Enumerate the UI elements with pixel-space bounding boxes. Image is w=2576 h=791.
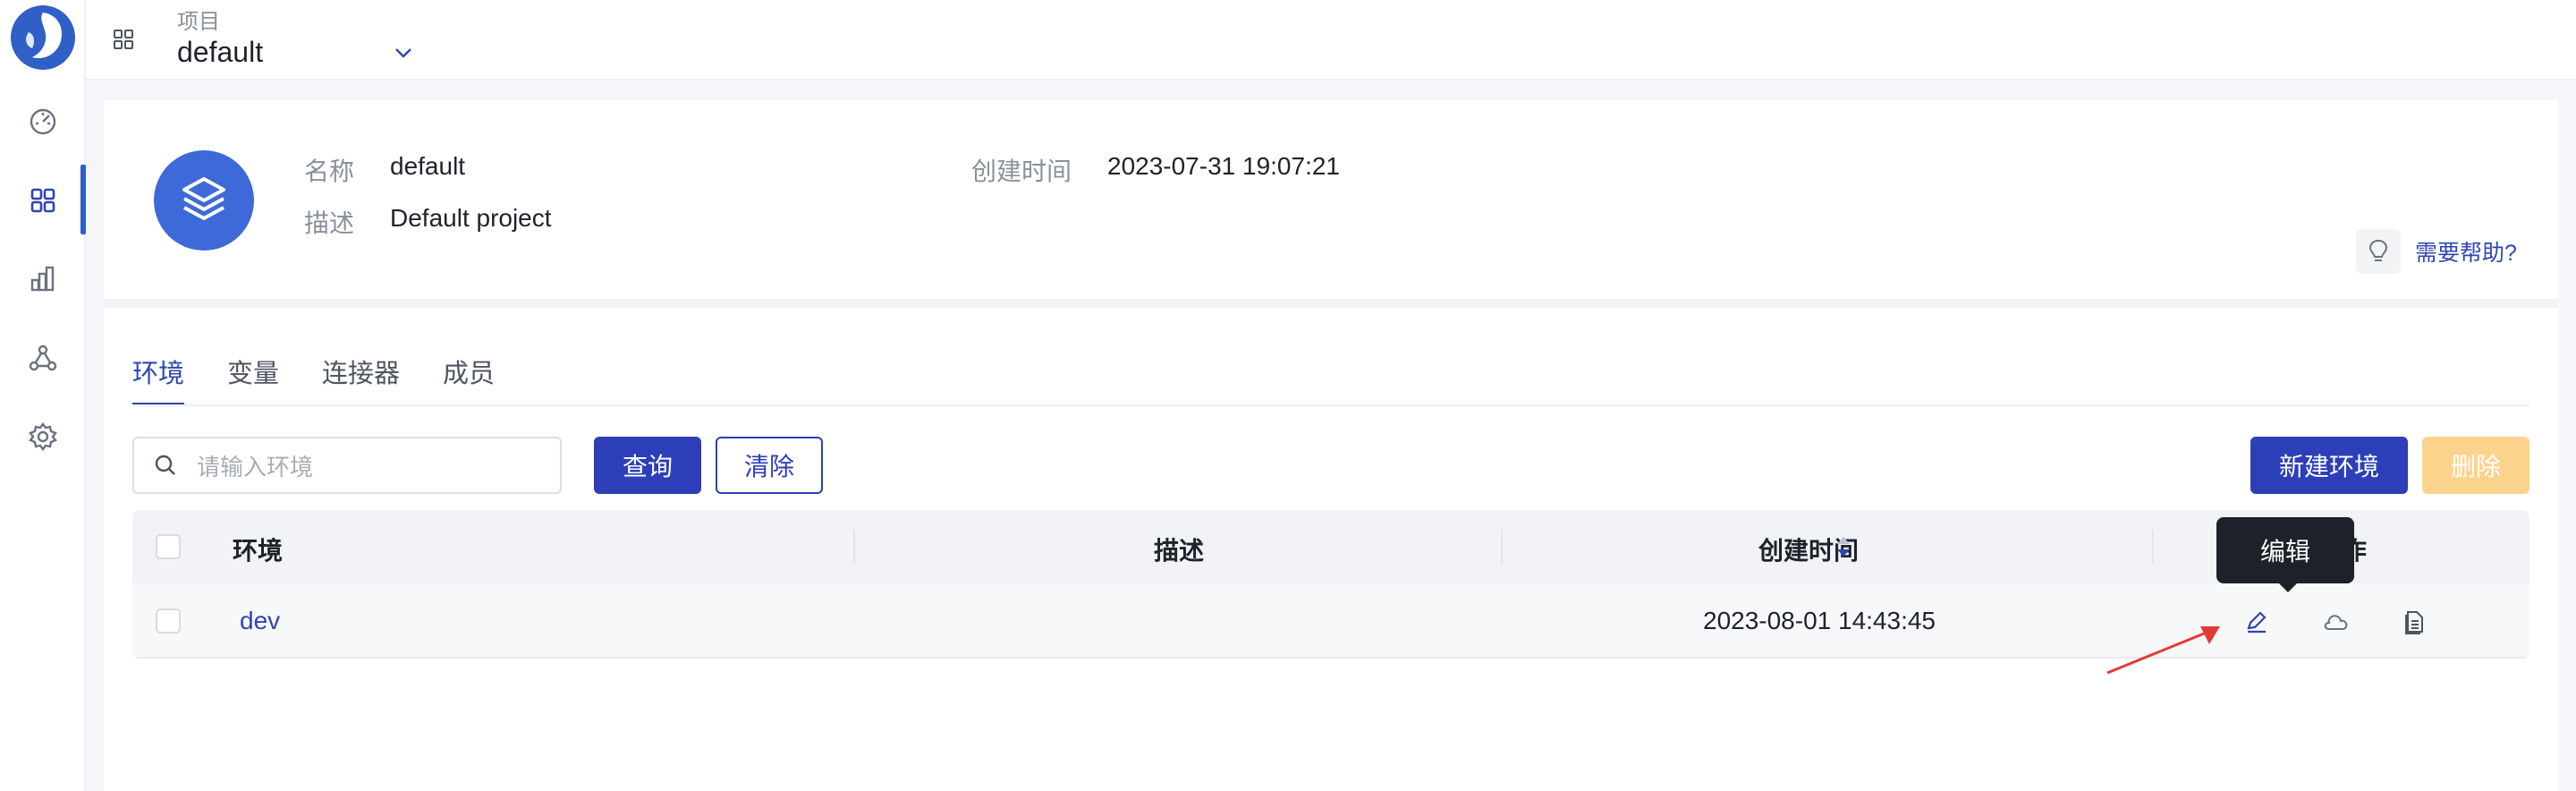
tab-environments[interactable]: 环境 bbox=[132, 353, 185, 406]
row-checkbox[interactable] bbox=[156, 608, 181, 634]
chevron-down-icon bbox=[394, 47, 413, 64]
topbar: 项目 default bbox=[86, 0, 2576, 81]
table-header: 环境 描述 创建时间 操作 bbox=[132, 510, 2529, 583]
help-text: 需要帮助? bbox=[2415, 241, 2517, 266]
help-link[interactable]: 需要帮助? bbox=[2356, 229, 2517, 274]
sidebar-active-indicator bbox=[80, 165, 86, 234]
annotation-arrow bbox=[2106, 626, 2220, 675]
cloud-icon[interactable] bbox=[2322, 608, 2349, 635]
project-created-value: 2023-07-31 19:07:21 bbox=[1107, 152, 1340, 180]
dashboard-icon[interactable] bbox=[21, 100, 64, 143]
lightbulb-icon bbox=[2356, 229, 2401, 274]
tab-members[interactable]: 成员 bbox=[443, 353, 495, 406]
new-environment-button[interactable]: 新建环境 bbox=[2250, 437, 2408, 494]
project-select[interactable]: default bbox=[177, 34, 411, 70]
delete-button[interactable]: 删除 bbox=[2422, 437, 2529, 494]
app-logo[interactable] bbox=[11, 5, 75, 70]
sidebar bbox=[0, 0, 86, 791]
document-icon[interactable] bbox=[2401, 608, 2428, 635]
tooltip-arrow bbox=[2277, 582, 2299, 592]
chart-icon[interactable] bbox=[21, 258, 64, 301]
tab-bar: 环境 变量 连接器 成员 bbox=[132, 353, 495, 406]
grid-icon[interactable] bbox=[21, 179, 64, 222]
environment-search-input[interactable]: 请输入环境 bbox=[132, 437, 562, 494]
column-separator bbox=[2152, 530, 2154, 564]
project-desc-value: Default project bbox=[390, 204, 552, 232]
clear-button[interactable]: 清除 bbox=[716, 437, 823, 494]
tab-underline-divider bbox=[132, 404, 2529, 406]
project-select-value: default bbox=[177, 35, 264, 68]
query-button[interactable]: 查询 bbox=[594, 437, 701, 494]
project-name-value: default bbox=[390, 152, 466, 180]
sort-icon[interactable] bbox=[1835, 535, 1852, 563]
tab-connectors[interactable]: 连接器 bbox=[322, 353, 400, 406]
header-environment: 环境 bbox=[233, 537, 284, 565]
layers-icon bbox=[177, 172, 231, 230]
environment-created-time: 2023-08-01 14:43:45 bbox=[1703, 607, 1936, 634]
header-description: 描述 bbox=[1154, 537, 1205, 565]
search-icon bbox=[154, 452, 181, 479]
tab-variables[interactable]: 变量 bbox=[227, 353, 279, 406]
apps-grid-icon[interactable] bbox=[109, 25, 138, 54]
project-created-label: 创建时间 bbox=[971, 157, 1072, 185]
project-label: 项目 bbox=[177, 10, 220, 34]
project-name-label: 名称 bbox=[304, 157, 355, 185]
search-placeholder: 请输入环境 bbox=[197, 453, 314, 481]
column-separator bbox=[853, 530, 855, 564]
section-divider bbox=[104, 299, 2558, 308]
project-avatar bbox=[154, 150, 254, 251]
edit-tooltip: 编辑 bbox=[2216, 517, 2354, 583]
column-separator bbox=[1501, 530, 1503, 564]
select-all-checkbox[interactable] bbox=[156, 534, 181, 559]
nodes-icon[interactable] bbox=[21, 336, 64, 379]
settings-icon[interactable] bbox=[21, 415, 64, 458]
environment-name-link[interactable]: dev bbox=[240, 607, 280, 635]
edit-icon[interactable] bbox=[2243, 608, 2270, 635]
project-desc-label: 描述 bbox=[304, 209, 355, 237]
